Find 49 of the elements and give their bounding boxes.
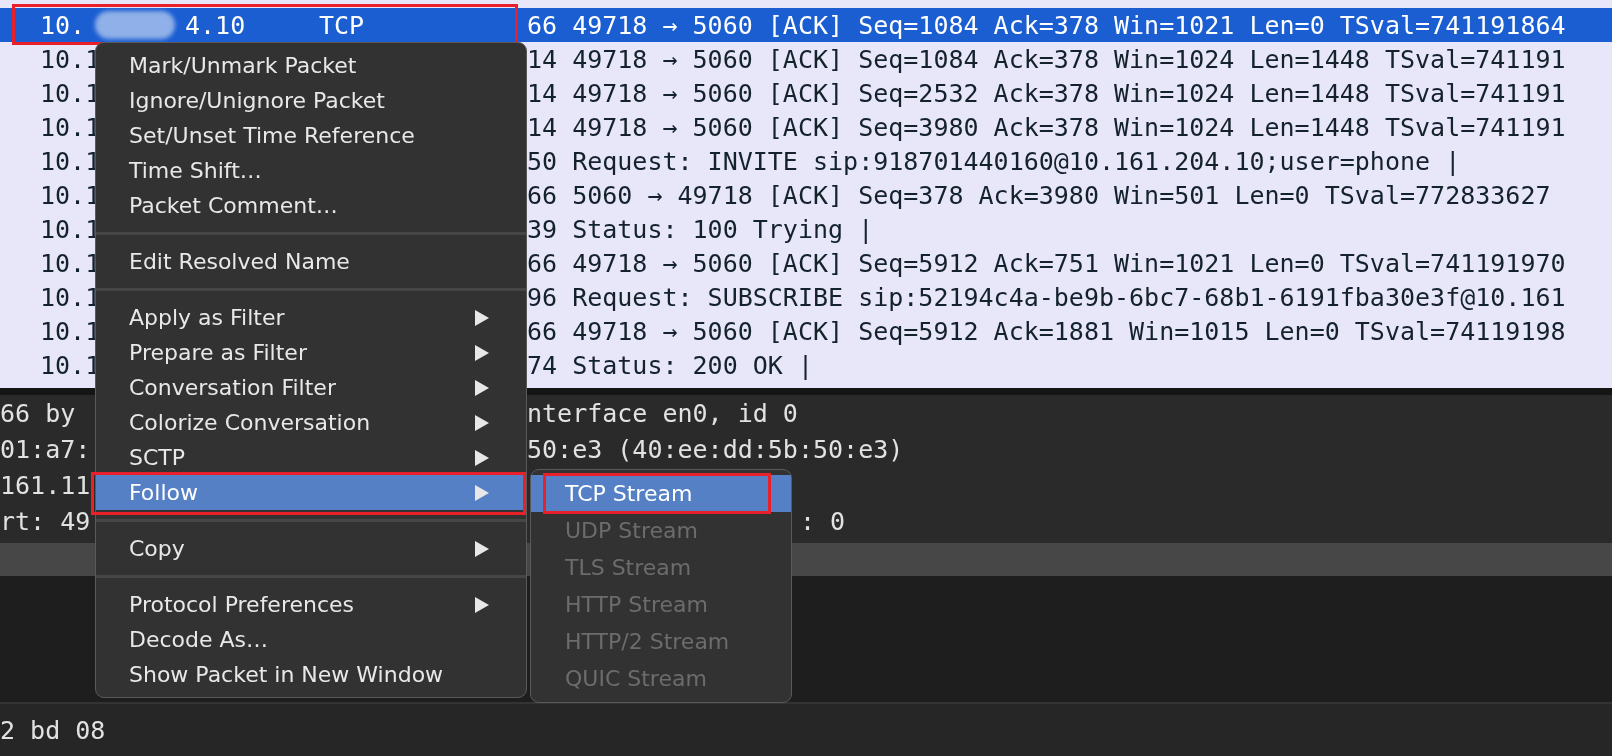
source-address: 10.1 [40, 180, 95, 210]
menu-item[interactable]: Apply as Filter [96, 300, 526, 335]
info-cell: 66 49718 → 5060 [ACK] Seq=5912 Ack=751 Win=1021 Len=0 TSval=741191970 [527, 248, 1566, 278]
info-cell: 96 Request: SUBSCRIBE sip:52194c4a-be9b-6bc7-68b1-6191fba30e3f@10.161 [527, 282, 1566, 312]
menu-item[interactable]: Conversation Filter [96, 370, 526, 405]
packet-row[interactable]: 10. 4.10 TCP 66 49718 → 5060 [ACK] Seq=1084 Ack=378 Win=1021 Len=0 TSval=741191864 [0, 8, 1612, 42]
info-cell: 74 Status: 200 OK | [527, 350, 813, 380]
source-address: 10.1 [40, 214, 95, 244]
info-cell: 14 49718 → 5060 [ACK] Seq=2532 Ack=378 Win=1024 Len=1448 TSval=741191 [527, 78, 1566, 108]
menu-item[interactable]: Edit Resolved Name [96, 244, 526, 279]
menu-item[interactable]: Mark/Unmark Packet [96, 48, 526, 83]
detail-line: 66 by [0, 398, 76, 428]
source-address: 10.1 [40, 282, 95, 312]
info-cell: 50 Request: INVITE sip:918701440160@10.161.204.10;user=phone | [527, 146, 1461, 176]
menu-item[interactable]: Time Shift… [96, 153, 526, 188]
detail-line: rt: 49 [0, 506, 91, 536]
menu-item[interactable]: Copy [96, 531, 526, 566]
menu-item[interactable]: Show Packet in New Window [96, 657, 526, 692]
info-cell: 14 49718 → 5060 [ACK] Seq=3980 Ack=378 Win=1024 Len=1448 TSval=741191 [527, 112, 1566, 142]
source-address: 10.1 [40, 44, 95, 74]
menu-item[interactable]: Follow [96, 475, 526, 510]
detail-line: 50:e3 (40:ee:dd:5b:50:e3) [527, 434, 904, 464]
info-cell: 39 Status: 100 Trying | [527, 214, 874, 244]
menu-item[interactable]: Ignore/Unignore Packet [96, 83, 526, 118]
source-address: 10.1 [40, 146, 95, 176]
source-address: 10.1 [40, 248, 95, 278]
source-address: 10.1 [40, 78, 95, 108]
protocol-cell-text: TCP [319, 10, 366, 40]
source-address: 10.1 [40, 316, 95, 346]
menu-item[interactable]: Prepare as Filter [96, 335, 526, 370]
info-cell: 66 49718 → 5060 [ACK] Seq=1084 Ack=378 Win=1021 Len=0 TSval=741191864 [527, 10, 1566, 40]
menu-item[interactable]: Colorize Conversation [96, 405, 526, 440]
source-address: 10.1 [40, 350, 95, 380]
menu-item[interactable]: SCTP [96, 440, 526, 475]
menu-item[interactable]: Decode As… [96, 622, 526, 657]
menu-item[interactable]: Packet Comment… [96, 188, 526, 223]
detail-line: nterface en0, id 0 [527, 398, 798, 428]
hex-bytes: 2 bd 08 [0, 715, 106, 745]
info-cell: 66 49718 → 5060 [ACK] Seq=5912 Ack=1881 Win=1015 Len=0 TSval=74119198 [527, 316, 1566, 346]
info-cell: 14 49718 → 5060 [ACK] Seq=1084 Ack=378 Win=1024 Len=1448 TSval=741191 [527, 44, 1566, 74]
detail-line: 01:a7: [0, 434, 91, 464]
source-address: 10. [40, 10, 87, 40]
menu-item[interactable]: Set/Unset Time Reference [96, 118, 526, 153]
detail-line: 161.11 [0, 470, 91, 500]
info-cell: 66 5060 → 49718 [ACK] Seq=378 Ack=3980 Win=501 Len=0 TSval=772833627 [527, 180, 1551, 210]
source-address: 4.10 [185, 10, 247, 40]
detail-line: : 0 [800, 506, 846, 536]
menu-item[interactable]: Protocol Preferences [96, 587, 526, 622]
source-address: 10.1 [40, 112, 95, 142]
